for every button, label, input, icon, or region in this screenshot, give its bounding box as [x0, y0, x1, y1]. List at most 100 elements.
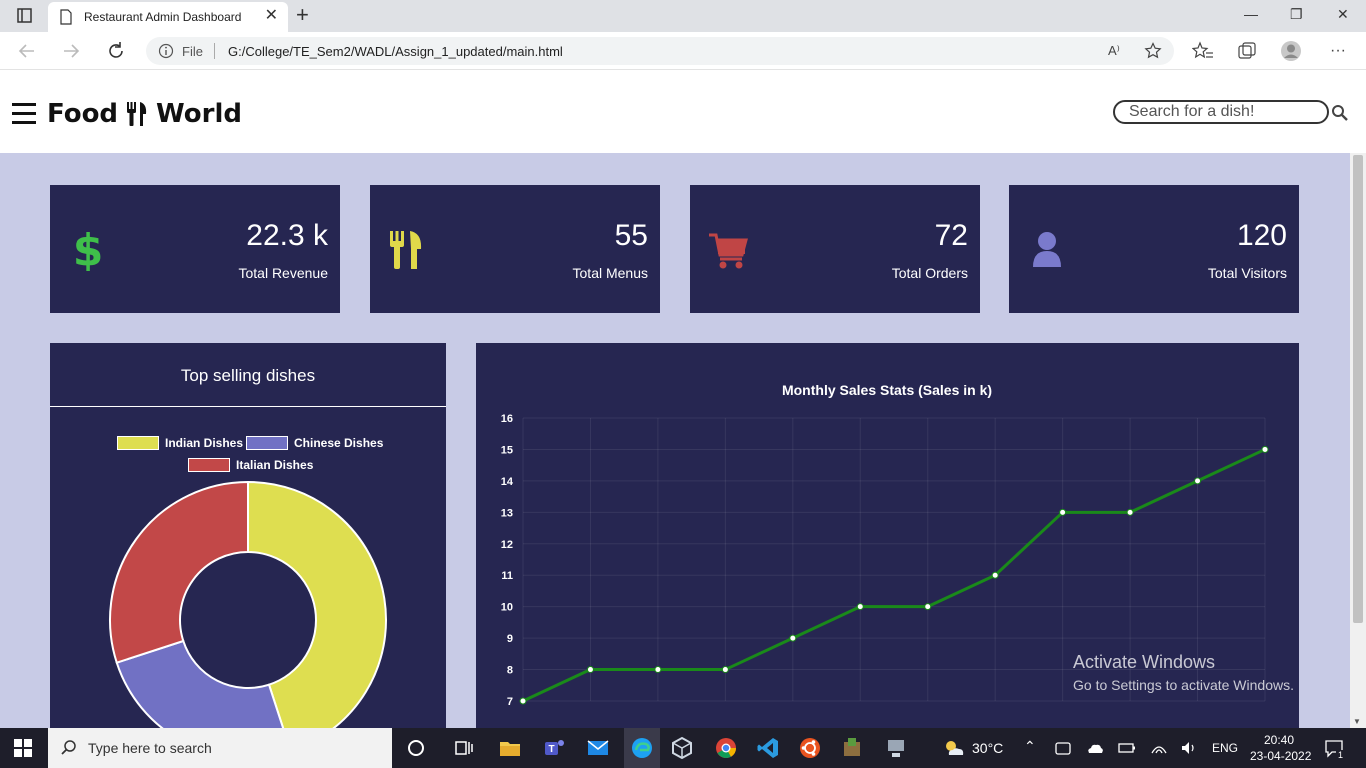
url-separator	[214, 43, 215, 59]
hamburger-menu-icon[interactable]	[12, 103, 36, 125]
svg-text:T: T	[548, 744, 554, 755]
close-window-button[interactable]: ✕	[1337, 6, 1349, 23]
file-explorer-icon[interactable]	[498, 736, 522, 760]
brand-text-left: Food	[47, 99, 119, 129]
sales-point[interactable]	[721, 666, 729, 674]
browser-tab-bar: Restaurant Admin Dashboard ✕ + — ❐ ✕	[0, 0, 1366, 32]
add-favorite-icon[interactable]	[1144, 42, 1162, 60]
sales-point[interactable]	[1194, 477, 1202, 485]
visitors-label: Total Visitors	[1207, 265, 1287, 281]
sales-point[interactable]	[856, 603, 864, 611]
clock-time[interactable]: 20:40	[1264, 733, 1294, 747]
favorites-icon[interactable]	[1192, 40, 1214, 62]
page-icon	[60, 9, 72, 25]
windows-taskbar: Type here to search T 30°C ⌃ ENG 20:40 2…	[0, 728, 1366, 768]
sales-point[interactable]	[991, 571, 999, 579]
y-tick-label: 11	[501, 570, 513, 582]
visitors-card: 120 Total Visitors	[1009, 185, 1299, 313]
chart-title: Monthly Sales Stats (Sales in k)	[782, 382, 992, 398]
chrome-icon[interactable]	[714, 736, 738, 760]
dish-search-input[interactable]	[1115, 102, 1327, 122]
doughnut-chart	[109, 480, 387, 728]
onedrive-icon[interactable]	[1086, 739, 1104, 757]
y-tick-label: 15	[501, 444, 513, 456]
ubuntu-icon[interactable]	[798, 736, 822, 760]
sales-point[interactable]	[654, 666, 662, 674]
revenue-value: 22.3 k	[246, 219, 328, 252]
new-tab-button[interactable]: +	[296, 4, 309, 26]
show-hidden-icons-icon[interactable]: ⌃	[1024, 738, 1036, 755]
vscode-icon[interactable]	[756, 736, 780, 760]
browser-toolbar: File G:/College/TE_Sem2/WADL/Assign_1_up…	[0, 32, 1366, 70]
back-icon[interactable]	[16, 40, 38, 62]
tab-actions-icon[interactable]	[10, 6, 38, 26]
sales-point[interactable]	[1261, 445, 1269, 453]
y-tick-label: 13	[501, 507, 513, 519]
site-header: Food World	[0, 71, 1366, 153]
address-bar[interactable]: File G:/College/TE_Sem2/WADL/Assign_1_up…	[146, 37, 1174, 65]
weather-temperature[interactable]: 30°C	[972, 740, 1003, 756]
restore-button[interactable]: ❐	[1290, 6, 1303, 23]
sales-point[interactable]	[1059, 508, 1067, 516]
virtualbox-icon[interactable]	[670, 736, 694, 760]
orders-value: 72	[934, 219, 968, 252]
y-tick-label: 9	[507, 633, 513, 645]
more-options-icon[interactable]: ···	[1330, 42, 1346, 60]
task-view-icon[interactable]	[452, 736, 476, 760]
scrollbar-thumb[interactable]	[1353, 155, 1363, 623]
y-tick-label: 12	[501, 539, 513, 551]
cart-icon	[709, 233, 748, 269]
brand-logo[interactable]: Food World	[47, 99, 242, 129]
clock-date[interactable]: 23-04-2022	[1250, 749, 1311, 763]
activate-windows-subtitle: Go to Settings to activate Windows.	[1073, 677, 1294, 693]
mail-icon[interactable]	[586, 736, 610, 760]
sales-point[interactable]	[519, 697, 527, 705]
refresh-icon[interactable]	[105, 40, 127, 62]
weather-icon[interactable]	[942, 736, 966, 760]
edge-icon[interactable]	[630, 736, 654, 760]
dashboard-content: $ 22.3 k Total Revenue 55 Total Menus 72…	[0, 153, 1350, 728]
svg-text:$: $	[73, 229, 104, 271]
wifi-icon[interactable]	[1150, 739, 1168, 757]
tab-close-icon[interactable]: ✕	[265, 8, 278, 24]
revenue-card: $ 22.3 k Total Revenue	[50, 185, 340, 313]
search-icon[interactable]	[1331, 104, 1349, 122]
sales-point[interactable]	[586, 666, 594, 674]
info-icon[interactable]	[158, 43, 174, 59]
network-app-icon[interactable]	[884, 736, 908, 760]
sales-point[interactable]	[924, 603, 932, 611]
page-scrollbar[interactable]: ▼	[1350, 153, 1366, 728]
tab-title: Restaurant Admin Dashboard	[84, 10, 242, 24]
brand-text-right: World	[156, 99, 243, 129]
menus-card: 55 Total Menus	[370, 185, 660, 313]
pie-slice-italian-dishes[interactable]	[109, 480, 249, 664]
visitors-value: 120	[1236, 219, 1287, 252]
collections-icon[interactable]	[1236, 40, 1258, 62]
url-text[interactable]: G:/College/TE_Sem2/WADL/Assign_1_updated…	[228, 44, 563, 59]
sales-point[interactable]	[789, 634, 797, 642]
menus-value: 55	[614, 219, 648, 252]
read-aloud-icon[interactable]: A⁾	[1108, 43, 1120, 59]
minimize-button[interactable]: —	[1244, 6, 1258, 22]
y-tick-label: 8	[507, 665, 513, 677]
dish-search-field[interactable]	[1113, 100, 1329, 124]
volume-icon[interactable]	[1180, 739, 1198, 757]
battery-icon[interactable]	[1118, 739, 1136, 757]
scroll-down-arrow-icon[interactable]: ▼	[1353, 717, 1361, 726]
forward-icon[interactable]	[60, 40, 82, 62]
top-dishes-panel: Top selling dishes Indian Dishes Chinese…	[50, 343, 446, 728]
cortana-icon[interactable]	[404, 736, 428, 760]
taskbar-search-box[interactable]: Type here to search	[48, 728, 392, 768]
revenue-label: Total Revenue	[238, 265, 328, 281]
profile-avatar-icon[interactable]	[1280, 40, 1302, 62]
teams-icon[interactable]: T	[542, 736, 566, 760]
y-tick-label: 7	[507, 696, 513, 708]
windows-start-icon[interactable]	[14, 739, 32, 757]
meet-now-icon[interactable]	[1054, 739, 1072, 757]
y-tick-label: 14	[501, 476, 514, 488]
input-language[interactable]: ENG	[1212, 741, 1238, 755]
archive-tool-icon[interactable]	[840, 736, 864, 760]
browser-tab[interactable]: Restaurant Admin Dashboard ✕	[48, 2, 288, 32]
notification-count: 1	[1336, 750, 1346, 760]
sales-point[interactable]	[1126, 508, 1134, 516]
